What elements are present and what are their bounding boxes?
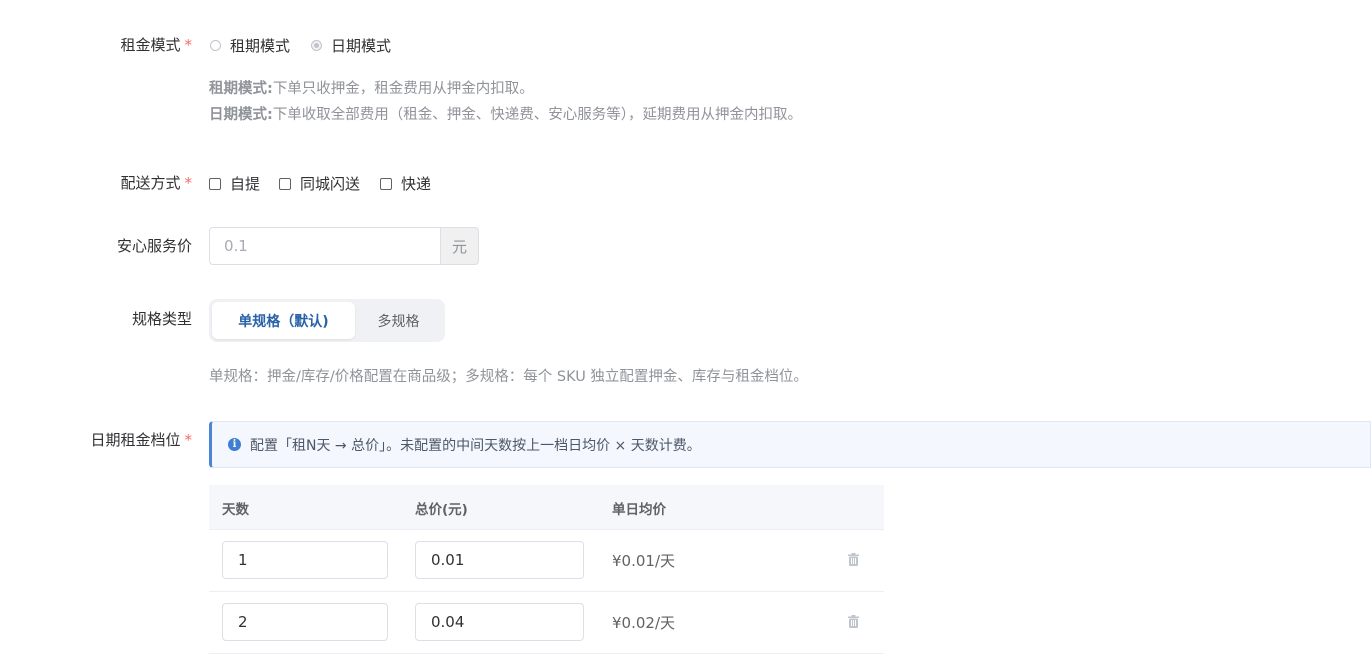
checkbox-self-pickup[interactable]: 自提 — [209, 173, 260, 194]
column-header-total: 总价(元) — [415, 502, 468, 518]
radio-label: 租期模式 — [230, 37, 291, 55]
checkbox-icon — [209, 177, 221, 190]
total-price-input[interactable] — [415, 541, 584, 579]
column-header-avg: 单日均价 — [612, 502, 666, 518]
radio-term-mode[interactable]: 租期模式 — [210, 35, 290, 56]
radio-checked-icon — [311, 40, 322, 51]
trash-icon[interactable] — [848, 553, 859, 566]
column-header-days: 天数 — [222, 502, 249, 518]
spec-type-label: 规格类型 — [131, 310, 192, 328]
delivery-label: 配送方式 * — [120, 174, 193, 192]
total-price-input[interactable] — [415, 603, 584, 641]
required-mark: * — [184, 174, 193, 192]
radio-circle-icon — [210, 40, 221, 51]
service-price-group: 元 — [209, 227, 479, 265]
checkbox-express[interactable]: 快递 — [380, 173, 431, 194]
required-mark: * — [184, 36, 193, 54]
tier-info-alert: i 配置「租N天 → 总价」。未配置的中间天数按上一档日均价 × 天数计费。 — [209, 421, 1371, 468]
table-row: ¥0.02/天 — [209, 592, 884, 654]
spec-type-segmented: 单规格（默认) 多规格 — [209, 299, 445, 342]
segment-multi-spec[interactable]: 多规格 — [355, 302, 442, 339]
days-input[interactable] — [222, 541, 388, 579]
days-input[interactable] — [222, 603, 388, 641]
daily-avg-value: ¥0.02/天 — [612, 614, 675, 632]
alert-text: 配置「租N天 → 总价」。未配置的中间天数按上一档日均价 × 天数计费。 — [250, 437, 701, 454]
service-price-label: 安心服务价 — [116, 237, 192, 255]
service-price-input[interactable] — [209, 227, 440, 265]
tier-table: 天数 总价(元) 单日均价 ¥0.01/天 ¥0.02/天 — [209, 485, 884, 654]
checkbox-label: 同城闪送 — [300, 175, 361, 193]
table-header: 天数 总价(元) 单日均价 — [209, 485, 884, 530]
checkbox-same-city[interactable]: 同城闪送 — [279, 173, 360, 194]
checkbox-icon — [279, 177, 291, 190]
trash-icon[interactable] — [848, 615, 859, 628]
checkbox-icon — [380, 177, 392, 190]
info-icon: i — [228, 438, 241, 451]
checkbox-label: 快递 — [401, 175, 432, 193]
required-mark: * — [184, 431, 193, 449]
unit-append: 元 — [440, 227, 479, 265]
rent-mode-hint: 租期模式:下单只收押金，租金费用从押金内扣取。 日期模式:下单收取全部费用（租金… — [209, 81, 803, 123]
radio-date-mode[interactable]: 日期模式 — [311, 35, 391, 56]
radio-label: 日期模式 — [331, 37, 392, 55]
spec-type-hint: 单规格：押金/库存/价格配置在商品级；多规格：每个 SKU 独立配置押金、库存与… — [209, 369, 808, 385]
table-row: ¥0.01/天 — [209, 530, 884, 592]
rent-mode-label: 租金模式 * — [120, 36, 193, 54]
daily-avg-value: ¥0.01/天 — [612, 552, 675, 570]
segment-single-spec[interactable]: 单规格（默认) — [212, 302, 355, 339]
checkbox-label: 自提 — [230, 175, 261, 193]
date-tiers-label: 日期租金档位 * — [90, 431, 193, 449]
